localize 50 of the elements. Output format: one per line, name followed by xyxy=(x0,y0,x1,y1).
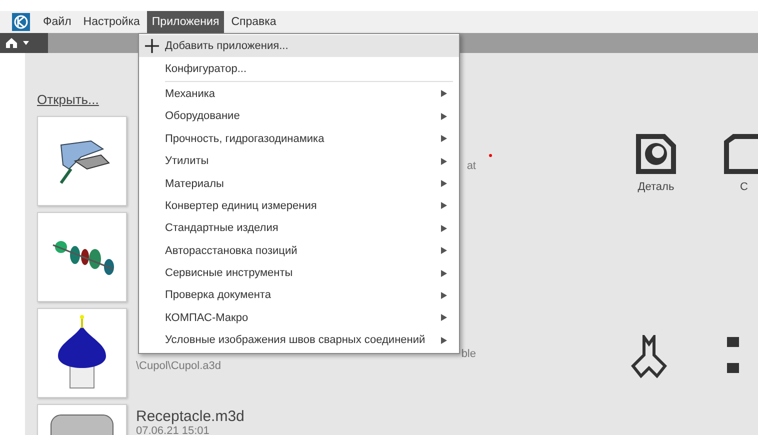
submenu-arrow-icon xyxy=(441,336,447,344)
submenu-arrow-icon xyxy=(441,90,447,98)
marker-dot xyxy=(489,154,492,157)
submenu-arrow-icon xyxy=(441,247,447,254)
submenu-arrow-icon xyxy=(441,292,447,299)
file-path-text: ble xyxy=(461,348,476,360)
menu-item[interactable]: Проверка документа xyxy=(139,284,459,307)
submenu-arrow-icon xyxy=(441,112,447,120)
file-thumbnail[interactable] xyxy=(37,308,127,398)
file-path-text: at xyxy=(466,160,476,172)
submenu-arrow-icon xyxy=(441,314,447,322)
submenu-arrow-icon xyxy=(441,202,447,210)
menu-item[interactable]: КОМПАС-Макро xyxy=(139,306,459,330)
home-icon xyxy=(6,38,17,48)
file-thumbnail[interactable] xyxy=(37,116,127,206)
menu-item[interactable]: Конфигуратор... xyxy=(139,57,459,80)
menu-bar-item[interactable]: Приложения xyxy=(146,11,224,33)
menu-item[interactable]: Стандартные изделия xyxy=(139,217,459,240)
caret-icon xyxy=(23,41,29,45)
submenu-arrow-icon xyxy=(441,270,447,277)
arrows-logo-icon xyxy=(631,335,667,380)
menu-item[interactable]: Материалы xyxy=(139,172,459,195)
file-path-text: \Cupol\Cupol.a3d xyxy=(136,360,222,372)
menu-item[interactable]: Утилиты xyxy=(139,150,459,172)
menu-bar-item[interactable]: Справка xyxy=(226,11,282,33)
app-logo-icon[interactable] xyxy=(12,13,30,31)
open-link[interactable]: Открыть... xyxy=(37,92,99,107)
submenu-arrow-icon xyxy=(441,224,447,232)
submenu-arrow-icon xyxy=(441,135,447,142)
submenu-arrow-icon xyxy=(441,158,447,165)
create-label: Деталь xyxy=(638,181,674,193)
menu-item[interactable]: Добавить приложения... xyxy=(139,35,459,58)
file-path-text: 07.06.21 15:01 xyxy=(136,425,210,435)
assembly-icon[interactable] xyxy=(721,131,758,177)
menu-item[interactable]: Механика xyxy=(139,82,459,106)
part-icon[interactable] xyxy=(633,131,679,177)
menu-item[interactable]: Прочность, гидрогазодинамика xyxy=(139,128,459,150)
create-label: С xyxy=(740,181,748,193)
file-thumbnail[interactable] xyxy=(37,212,127,302)
menu-item[interactable]: Условные изображения швов сварных соединений xyxy=(139,329,459,352)
menu-item[interactable]: Сервисные инструменты xyxy=(139,262,459,284)
menu-bar-item[interactable]: Настройка xyxy=(78,11,145,33)
plus-icon xyxy=(145,39,159,53)
submenu-arrow-icon xyxy=(441,180,447,188)
file-name[interactable]: Receptacle.m3d xyxy=(136,408,476,425)
menu-item[interactable]: Конвертер единиц измерения xyxy=(139,194,459,218)
home-button[interactable] xyxy=(0,33,48,53)
menu-bar-item[interactable]: Файл xyxy=(38,11,76,33)
menu-item[interactable]: Авторасстановка позиций xyxy=(139,240,459,262)
menu-item[interactable]: Оборудование xyxy=(139,105,459,128)
